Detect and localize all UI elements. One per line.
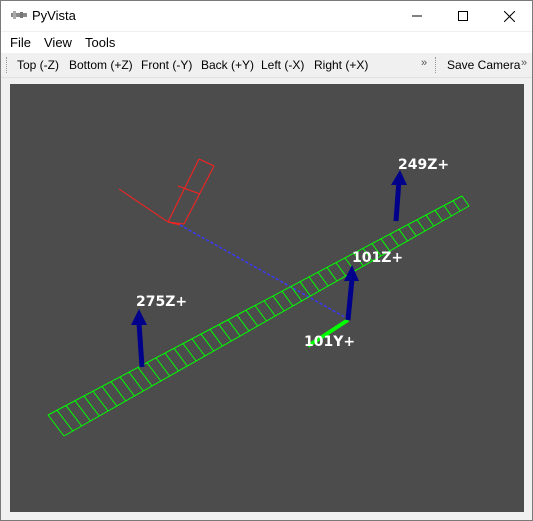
camera-toolbar: Top (-Z) Bottom (+Z) Front (-Y) Back (+Y…: [1, 53, 532, 78]
beam-rung: [425, 214, 435, 227]
toolbar-grip-2[interactable]: [435, 57, 438, 73]
view-top-button[interactable]: Top (-Z): [17, 58, 59, 72]
beam-rung: [299, 281, 311, 297]
view-front-button[interactable]: Front (-Y): [141, 58, 192, 72]
red-frame-glyph: [118, 158, 215, 226]
view-right-button[interactable]: Right (+X): [314, 58, 368, 72]
beam-end-right: [461, 195, 470, 207]
beam-rung: [200, 333, 215, 352]
beam-rung: [335, 262, 347, 277]
beam-end-left: [47, 414, 65, 437]
view-bottom-button[interactable]: Bottom (+Z): [69, 58, 133, 72]
minimize-icon: [412, 15, 422, 17]
scene-canvas[interactable]: 249Z+ 101Z+ 275Z+ 101Y+: [10, 84, 524, 512]
menu-bar: File View Tools: [1, 32, 532, 53]
z-force-arrow-101: [344, 265, 359, 321]
y-axis-dashed-line: [179, 224, 351, 321]
window-title: PyVista: [32, 8, 76, 23]
beam-rung: [317, 271, 329, 287]
beam-mesh: [47, 195, 470, 437]
beam-rung: [155, 357, 171, 377]
close-button[interactable]: [486, 1, 532, 31]
beam-rung: [245, 309, 259, 327]
minimize-button[interactable]: [394, 1, 440, 31]
beam-rung: [407, 224, 417, 237]
beam-rung: [137, 367, 153, 387]
pyvista-window: PyVista File View Tools Top (-Z) Bottom …: [0, 0, 533, 521]
beam-rung: [452, 200, 461, 212]
beam-rung: [281, 290, 294, 307]
toolbar-overflow-button-2[interactable]: »: [521, 57, 527, 69]
beam-rung: [209, 329, 223, 347]
beam-rung: [164, 352, 179, 372]
save-camera-button[interactable]: Save Camera: [447, 58, 520, 72]
view-back-button[interactable]: Back (+Y): [201, 58, 254, 72]
beam-rung: [182, 343, 197, 362]
beam-rung: [398, 229, 408, 242]
menu-tools[interactable]: Tools: [85, 35, 115, 50]
beam-rung: [119, 376, 135, 397]
beam-rung: [443, 205, 452, 217]
label-101y: 101Y+: [304, 334, 355, 350]
beam-rung: [263, 300, 276, 317]
label-101z: 101Z+: [352, 250, 403, 266]
beam-rung: [218, 324, 232, 342]
maximize-button[interactable]: [440, 1, 486, 31]
close-icon: [503, 10, 515, 22]
beam-rung: [128, 371, 144, 392]
view-left-button[interactable]: Left (-X): [261, 58, 304, 72]
beam-rung: [110, 381, 127, 402]
beam-rung: [65, 405, 83, 427]
beam-rung: [227, 319, 241, 337]
beam-rung: [83, 395, 100, 417]
beam-rung: [389, 233, 399, 247]
z-force-arrow-275: [131, 309, 147, 368]
beam-rung: [326, 267, 338, 282]
beam-rung: [92, 390, 109, 412]
beam-rung: [308, 276, 320, 292]
toolbar-grip[interactable]: [6, 57, 9, 73]
render-viewport[interactable]: 249Z+ 101Z+ 275Z+ 101Y+: [10, 84, 524, 512]
beam-rung: [101, 386, 118, 407]
menu-view[interactable]: View: [44, 35, 72, 50]
toolbar-overflow-button[interactable]: »: [421, 57, 427, 69]
beam-rung: [146, 362, 162, 382]
label-275z: 275Z+: [136, 294, 187, 310]
pyvista-logo-icon: [11, 11, 27, 19]
beam-rung: [272, 295, 285, 312]
label-249z: 249Z+: [398, 157, 449, 173]
beam-rung: [236, 314, 250, 332]
beam-rung: [191, 338, 206, 357]
beam-rung: [173, 348, 188, 367]
beam-rung: [254, 305, 267, 322]
z-force-arrow-249: [391, 170, 407, 222]
maximize-icon: [458, 11, 468, 21]
beam-rung: [290, 286, 303, 302]
beam-rung: [56, 409, 74, 432]
beam-rung: [416, 219, 426, 232]
title-bar[interactable]: PyVista: [1, 1, 532, 31]
beam-rung: [74, 400, 91, 422]
beam-rung: [434, 209, 443, 222]
menu-file[interactable]: File: [10, 35, 31, 50]
